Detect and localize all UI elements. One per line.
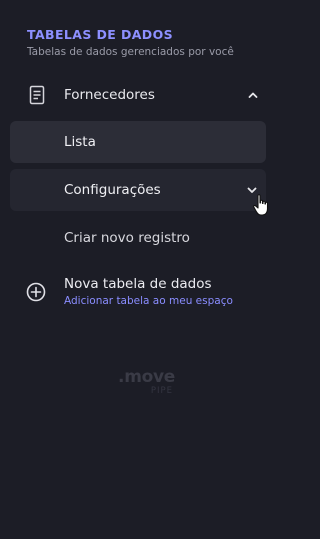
sub-item-label: Lista	[64, 134, 96, 150]
sub-item-configuracoes[interactable]: Configurações	[10, 169, 266, 211]
sub-item-lista[interactable]: Lista	[10, 121, 266, 163]
group-label: Fornecedores	[64, 87, 155, 103]
plus-circle-icon	[26, 282, 46, 302]
section-header: TABELAS DE DADOS Tabelas de dados gerenc…	[27, 27, 234, 59]
chevron-up-icon[interactable]	[246, 88, 260, 102]
sub-item-label: Configurações	[64, 182, 161, 198]
group-fornecedores[interactable]: Fornecedores	[10, 76, 266, 114]
movepipe-logo: .move PIPE	[105, 368, 175, 400]
new-table-button[interactable]: Nova tabela de dados Adicionar tabela ao…	[10, 271, 266, 315]
sub-item-criar-registro[interactable]: Criar novo registro	[10, 217, 266, 259]
new-table-title: Nova tabela de dados	[64, 276, 212, 292]
logo-main-text: .move	[118, 367, 175, 387]
document-icon	[29, 85, 45, 105]
section-subtitle: Tabelas de dados gerenciados por você	[27, 46, 234, 58]
logo-sub-text: PIPE	[150, 386, 173, 396]
hand-cursor-icon	[253, 194, 269, 216]
sidebar-panel: TABELAS DE DADOS Tabelas de dados gerenc…	[0, 0, 278, 539]
new-table-subtitle: Adicionar tabela ao meu espaço	[64, 295, 233, 307]
sub-item-label: Criar novo registro	[64, 230, 190, 246]
section-title: TABELAS DE DADOS	[27, 27, 174, 42]
